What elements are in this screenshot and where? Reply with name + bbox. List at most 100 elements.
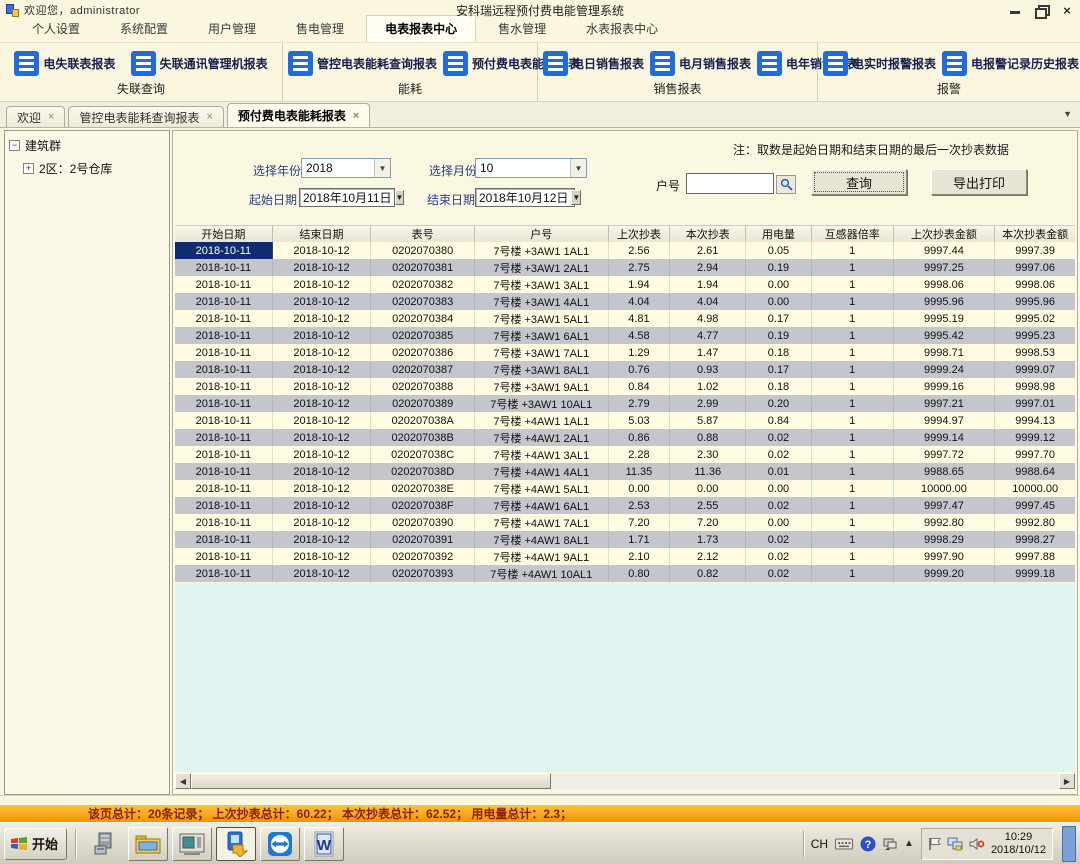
export-print-button[interactable]: 导出打印 (931, 169, 1027, 195)
table-cell[interactable]: 1.94 (670, 276, 746, 293)
table-cell[interactable]: 2018-10-11 (175, 463, 273, 480)
column-header[interactable]: 互感器倍率 (812, 225, 894, 243)
year-select[interactable]: 2018 ▼ (301, 158, 391, 178)
table-cell[interactable]: 0.17 (746, 361, 812, 378)
table-cell[interactable]: 9997.21 (894, 395, 996, 412)
table-cell[interactable]: 9997.70 (995, 446, 1075, 463)
table-cell[interactable]: 2018-10-11 (175, 497, 273, 514)
scrollbar-track[interactable] (551, 773, 1059, 789)
table-cell[interactable]: 2018-10-11 (175, 514, 273, 531)
table-cell[interactable]: 1 (812, 378, 894, 395)
table-cell[interactable]: 9995.96 (995, 293, 1075, 310)
table-cell[interactable]: 9998.06 (894, 276, 996, 293)
table-cell[interactable]: 2018-10-12 (273, 480, 372, 497)
teamviewer-app-icon[interactable] (260, 827, 300, 861)
table-cell[interactable]: 2018-10-12 (273, 446, 372, 463)
table-cell[interactable]: 0.02 (746, 565, 812, 582)
table-cell[interactable]: 0202070384 (371, 310, 475, 327)
query-button[interactable]: 查询 (811, 169, 907, 195)
tree-node-child[interactable]: + 2区：2号仓库 (23, 160, 165, 177)
table-cell[interactable]: 0.00 (746, 514, 812, 531)
clock[interactable]: 10:29 2018/10/12 (991, 831, 1046, 857)
table-cell[interactable]: 020207038E (371, 480, 475, 497)
table-cell[interactable]: 9999.20 (894, 565, 996, 582)
table-cell[interactable]: 1 (812, 310, 894, 327)
column-header[interactable]: 结束日期 (273, 225, 372, 243)
table-cell[interactable]: 7号楼 +4AW1 10AL1 (475, 565, 609, 582)
table-cell[interactable]: 1 (812, 531, 894, 548)
toolbar-button[interactable]: 电失联表报表 (11, 49, 118, 78)
tab-close-icon[interactable]: × (48, 112, 54, 122)
table-cell[interactable]: 0.00 (670, 480, 746, 497)
table-cell[interactable]: 2.61 (670, 242, 746, 259)
table-cell[interactable]: 0.00 (746, 276, 812, 293)
table-cell[interactable]: 1 (812, 242, 894, 259)
account-input[interactable] (686, 173, 774, 194)
table-cell[interactable]: 2.99 (670, 395, 746, 412)
folder-app-icon[interactable] (128, 827, 168, 861)
table-cell[interactable]: 0.82 (670, 565, 746, 582)
table-cell[interactable]: 2.30 (670, 446, 746, 463)
table-cell[interactable]: 1 (812, 548, 894, 565)
table-cell[interactable]: 2018-10-12 (273, 429, 372, 446)
tab-close-icon[interactable]: × (353, 111, 359, 121)
table-row[interactable]: 2018-10-112018-10-12020207038D7号楼 +4AW1 … (175, 463, 1075, 480)
table-cell[interactable]: 020207038D (371, 463, 475, 480)
table-cell[interactable]: 7.20 (670, 514, 746, 531)
table-cell[interactable]: 2018-10-11 (175, 327, 273, 344)
table-cell[interactable]: 7号楼 +3AW1 2AL1 (475, 259, 609, 276)
table-cell[interactable]: 0.86 (609, 429, 671, 446)
table-cell[interactable]: 2018-10-12 (273, 259, 372, 276)
table-cell[interactable]: 9999.24 (894, 361, 996, 378)
table-row[interactable]: 2018-10-112018-10-12020207038F7号楼 +4AW1 … (175, 497, 1075, 514)
table-cell[interactable]: 2018-10-12 (273, 310, 372, 327)
table-cell[interactable]: 7号楼 +4AW1 3AL1 (475, 446, 609, 463)
table-cell[interactable]: 0.84 (746, 412, 812, 429)
toolbar-button[interactable]: 电日销售报表 (540, 49, 647, 78)
table-cell[interactable]: 9999.14 (894, 429, 996, 446)
table-row[interactable]: 2018-10-112018-10-1202020703807号楼 +3AW1 … (175, 242, 1075, 259)
table-cell[interactable]: 2018-10-12 (273, 514, 372, 531)
table-cell[interactable]: 2018-10-11 (175, 395, 273, 412)
table-row[interactable]: 2018-10-112018-10-1202020703857号楼 +3AW1 … (175, 327, 1075, 344)
table-cell[interactable]: 2018-10-12 (273, 361, 372, 378)
scrollbar-thumb[interactable] (191, 773, 551, 789)
table-cell[interactable]: 2018-10-11 (175, 293, 273, 310)
table-cell[interactable]: 2.28 (609, 446, 671, 463)
table-cell[interactable]: 1.73 (670, 531, 746, 548)
table-cell[interactable]: 1 (812, 480, 894, 497)
table-cell[interactable]: 7号楼 +4AW1 5AL1 (475, 480, 609, 497)
help-icon[interactable]: ? (860, 836, 876, 852)
flag-icon[interactable] (928, 837, 941, 851)
table-cell[interactable]: 0.88 (670, 429, 746, 446)
table-row[interactable]: 2018-10-112018-10-12020207038A7号楼 +4AW1 … (175, 412, 1075, 429)
table-cell[interactable]: 2018-10-11 (175, 446, 273, 463)
table-cell[interactable]: 2018-10-11 (175, 259, 273, 276)
table-cell[interactable]: 2018-10-12 (273, 565, 372, 582)
minimize-button[interactable] (1008, 4, 1022, 17)
table-cell[interactable]: 1 (812, 514, 894, 531)
table-cell[interactable]: 9999.07 (995, 361, 1075, 378)
table-cell[interactable]: 7号楼 +4AW1 4AL1 (475, 463, 609, 480)
table-cell[interactable]: 2018-10-11 (175, 361, 273, 378)
display-settings-icon[interactable] (883, 837, 897, 851)
table-cell[interactable]: 0202070388 (371, 378, 475, 395)
toolbar-button[interactable]: 管控电表能耗查询报表 (285, 49, 440, 78)
toolbar-button[interactable]: 电报警记录历史报表 (939, 49, 1080, 78)
table-cell[interactable]: 9997.47 (894, 497, 996, 514)
table-cell[interactable]: 7.20 (609, 514, 671, 531)
table-row[interactable]: 2018-10-112018-10-1202020703827号楼 +3AW1 … (175, 276, 1075, 293)
table-row[interactable]: 2018-10-112018-10-1202020703887号楼 +3AW1 … (175, 378, 1075, 395)
month-select[interactable]: 10 ▼ (475, 158, 587, 178)
table-cell[interactable]: 9999.18 (995, 565, 1075, 582)
table-cell[interactable]: 2018-10-11 (175, 480, 273, 497)
horizontal-scrollbar[interactable]: ◀ ▶ (175, 773, 1075, 789)
table-row[interactable]: 2018-10-112018-10-1202020703817号楼 +3AW1 … (175, 259, 1075, 276)
table-cell[interactable]: 2.55 (670, 497, 746, 514)
restore-button[interactable] (1034, 4, 1048, 17)
account-search-button[interactable] (776, 175, 796, 194)
table-cell[interactable]: 0.02 (746, 548, 812, 565)
end-date-dropdown-icon[interactable]: ▼ (571, 190, 581, 205)
table-cell[interactable]: 2018-10-12 (273, 531, 372, 548)
column-header[interactable]: 用电量 (746, 225, 812, 243)
